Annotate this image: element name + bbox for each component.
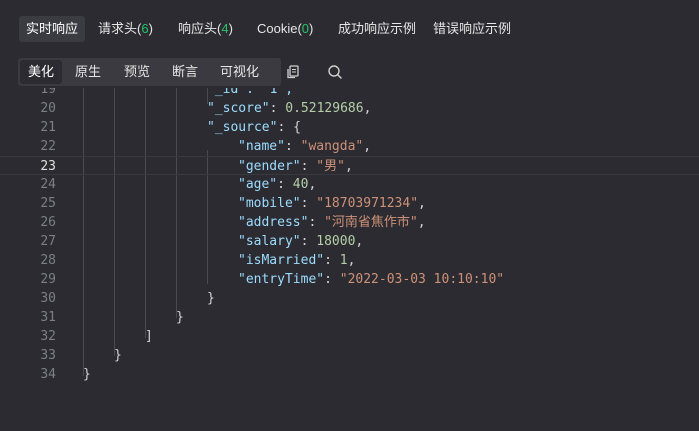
line-number: 32: [40, 329, 56, 344]
tab-label: 成功响应示例: [338, 21, 417, 36]
code-line: 30}: [0, 289, 699, 308]
json-value: "河南省焦作市": [324, 215, 418, 230]
code-text: "gender": "男",: [238, 159, 353, 174]
json-key: "isMarried": [238, 253, 325, 268]
json-value: 18000: [316, 234, 356, 249]
code-text: "_id": "1",: [207, 88, 294, 97]
response-tabbar: 实时响应 请求头(6) 响应头(4) Cookie(0) 成功响应示例 错误响应…: [0, 0, 699, 56]
tab-count: 6: [141, 21, 149, 36]
tab-label: Cookie(: [257, 21, 302, 36]
tab-label: 实时响应: [26, 21, 79, 36]
code-text: "entryTime": "2022-03-03 10:10:10": [238, 272, 505, 287]
code-text: "_score": 0.52129686,: [207, 101, 372, 116]
line-number: 19: [40, 88, 56, 97]
tab-label: 响应头(: [178, 21, 222, 36]
json-value: "男": [316, 159, 345, 174]
json-value: 1: [339, 253, 348, 268]
line-number: 26: [40, 215, 56, 230]
json-key: "name": [238, 139, 285, 154]
tab-error-example[interactable]: 错误响应示例: [426, 16, 518, 42]
json-key: "_source": [207, 120, 278, 135]
code-text: }: [176, 310, 184, 325]
code-line: 22 "name": "wangda",: [0, 137, 699, 156]
tab-request-headers[interactable]: 请求头(6): [91, 16, 160, 42]
code-line: 27 "salary": 18000,: [0, 232, 699, 251]
json-key: "gender": [238, 159, 301, 174]
raw-button[interactable]: 原生: [67, 58, 109, 86]
search-icon[interactable]: [325, 62, 345, 82]
json-key: "age": [238, 177, 278, 192]
code-line: 25 "mobile": "18703971234",: [0, 194, 699, 213]
tab-realtime-response[interactable]: 实时响应: [19, 16, 86, 42]
code-line: 34}: [0, 365, 699, 384]
code-line: 29 "entryTime": "2022-03-03 10:10:10": [0, 270, 699, 289]
line-number: 21: [40, 120, 56, 135]
line-number: 29: [40, 272, 56, 287]
assert-button[interactable]: 断言: [164, 58, 206, 86]
json-value: 40: [292, 177, 309, 192]
code-text: "salary": 18000,: [238, 234, 364, 249]
tab-count: 0: [301, 21, 310, 36]
line-number: 27: [40, 234, 56, 249]
json-key: "entryTime": [238, 272, 325, 287]
line-number: 22: [40, 139, 56, 154]
code-line: 21 "_source": {: [0, 118, 699, 137]
visualize-button[interactable]: 可视化: [212, 58, 267, 86]
tab-label: 错误响应示例: [433, 21, 512, 36]
code-text: "age": 40,: [238, 177, 317, 192]
line-number: 20: [40, 101, 56, 116]
json-key: "_score": [207, 101, 270, 116]
view-mode-toolbar: 美化 原生 预览 断言 可视化: [18, 58, 281, 86]
beautify-button[interactable]: 美化: [20, 60, 63, 84]
line-number: 25: [40, 196, 56, 211]
preview-button[interactable]: 预览: [116, 58, 158, 86]
json-value: "2022-03-03 10:10:10": [339, 272, 505, 287]
code-text: }: [207, 291, 215, 306]
json-key: "salary": [238, 234, 301, 249]
tab-response-headers[interactable]: 响应头(4): [171, 16, 240, 42]
line-number: 28: [40, 253, 56, 268]
code-line: 31}: [0, 308, 699, 327]
line-number: 31: [40, 310, 56, 325]
line-number: 33: [40, 348, 56, 363]
code-line: 33}: [0, 346, 699, 365]
json-key: "mobile": [238, 196, 301, 211]
tab-success-example[interactable]: 成功响应示例: [331, 16, 423, 42]
line-number: 34: [40, 367, 56, 382]
code-text: }: [83, 367, 91, 382]
copy-icon[interactable]: [284, 62, 304, 82]
response-body-editor[interactable]: 19 "_id": "1", 20 "_score": 0.52129686, 21 "_…: [0, 88, 699, 431]
line-number: 30: [40, 291, 56, 306]
code-text: "isMarried": 1,: [238, 253, 356, 268]
json-value: "18703971234": [316, 196, 419, 211]
code-text: ]: [145, 329, 153, 344]
json-value: 0.52129686: [285, 101, 364, 116]
code-text: }: [114, 348, 122, 363]
code-line: 26 "address": "河南省焦作市",: [0, 213, 699, 232]
tab-label: 请求头(: [98, 21, 142, 36]
code-line: 24 "age": 40,: [0, 175, 699, 194]
code-line: 32]: [0, 327, 699, 346]
code-text: "mobile": "18703971234",: [238, 196, 426, 211]
json-value: "wangda": [300, 139, 364, 154]
line-number: 24: [40, 177, 56, 192]
tab-cookie[interactable]: Cookie(0): [250, 16, 320, 42]
tab-label-suffix: ): [148, 21, 153, 36]
code-line: 23 "gender": "男",: [0, 156, 699, 175]
json-key: "address": [238, 215, 309, 230]
code-text: "address": "河南省焦作市",: [238, 215, 426, 230]
tab-label-suffix: ): [228, 21, 233, 36]
code-line: 20 "_score": 0.52129686,: [0, 99, 699, 118]
code-line: 19 "_id": "1",: [0, 88, 699, 99]
line-number: 23: [40, 159, 56, 174]
code-text: "name": "wangda",: [238, 139, 372, 154]
tab-count: 4: [221, 21, 229, 36]
code-text: "_source": {: [207, 120, 301, 135]
tab-label-suffix: ): [309, 21, 314, 36]
code-line: 28 "isMarried": 1,: [0, 251, 699, 270]
